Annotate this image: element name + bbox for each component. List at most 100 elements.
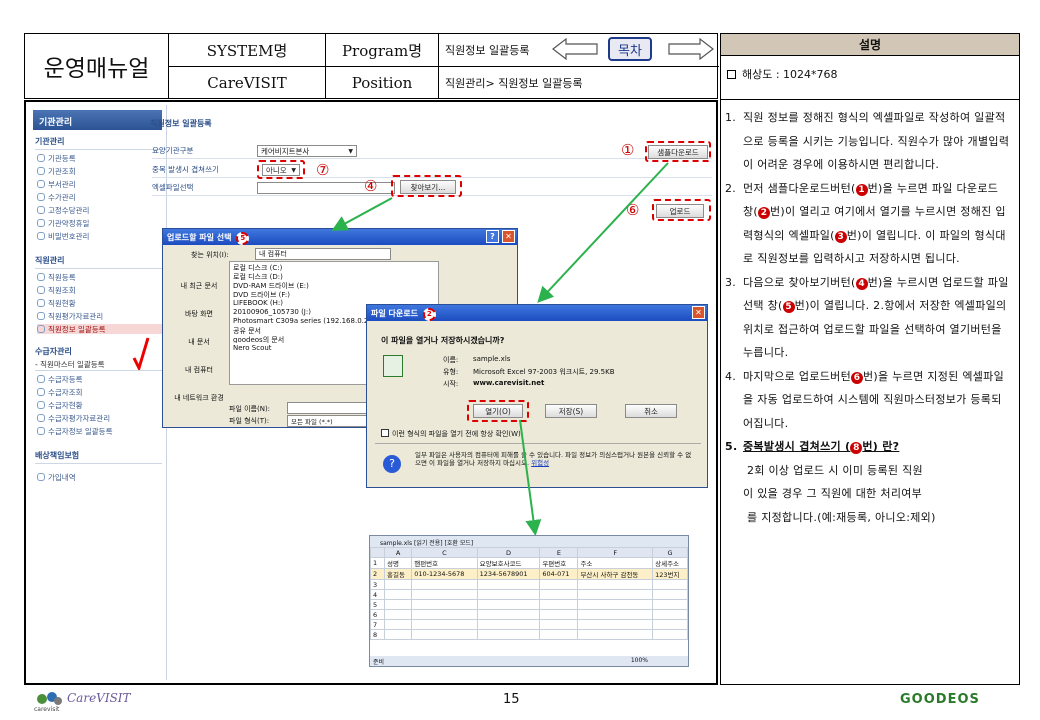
step-badge: 3 (834, 230, 847, 243)
sidebar-item[interactable]: 비밀번호관리 (37, 231, 162, 241)
desc-line: 2회 이상 업로드 시 이미 등록된 직원 (747, 463, 923, 477)
place-item[interactable]: 내 컴퓨터 (169, 365, 229, 375)
cell: 604-071 (539, 568, 579, 580)
excel-sheet-preview: sample.xls [읽기 전용] [호환 모드] A C D E F G 1… (369, 535, 689, 667)
cell: 부산시 사하구 감천동 (577, 568, 654, 580)
filename-input[interactable] (287, 402, 369, 414)
cell: 123번지 (652, 568, 688, 580)
field-label: 엑셀파일선택 (152, 183, 194, 192)
excel-file-icon (383, 355, 403, 377)
row-number: 6 (370, 609, 385, 620)
file-item[interactable]: 로컬 디스크 (D:) (233, 272, 435, 280)
sidebar-item[interactable]: 수급자평가자료관리 (37, 413, 162, 423)
file-item[interactable]: 로컬 디스크 (C:) (233, 263, 435, 271)
sidebar-item[interactable]: 고정수당관리 (37, 205, 162, 215)
sidebar-item[interactable]: 수급자등록 (37, 374, 162, 384)
sidebar-item[interactable]: 직원평가자료관리 (37, 311, 162, 321)
lookin-select[interactable]: 내 컴퓨터 (255, 248, 391, 260)
system-label: SYSTEM명 (169, 34, 326, 67)
marker-1: ① (621, 141, 635, 159)
sidebar-item[interactable]: 부서관리 (37, 179, 162, 189)
next-page-arrow-icon[interactable] (668, 38, 714, 60)
risk-link[interactable]: 위험성 (531, 459, 549, 467)
manual-title: 운영매뉴얼 (25, 34, 169, 99)
filename-label: 파일 이름(N): (229, 405, 271, 413)
step-badge: 4 (855, 277, 868, 290)
desc-line: 이 있을 경우 그 직원에 대한 처리여부 (743, 487, 923, 500)
logo-text: GOODEOS (900, 692, 980, 707)
place-item[interactable]: 내 네트워크 환경 (169, 393, 229, 403)
sidebar-item[interactable]: 직원현황 (37, 298, 162, 308)
marker-6: ⑥ (626, 201, 640, 219)
sidebar-item[interactable]: 기관조회 (37, 166, 162, 176)
place-item[interactable]: 바탕 화면 (169, 309, 229, 319)
field-label: 요양기관구분 (152, 146, 194, 155)
save-button[interactable]: 저장(S) (545, 404, 597, 418)
desc-num: 2. (725, 181, 737, 195)
sidebar-item[interactable]: 기관약정휴일 (37, 218, 162, 228)
place-item[interactable]: 내 문서 (169, 337, 229, 347)
sidebar-item[interactable]: 직원조회 (37, 285, 162, 295)
prev-page-arrow-icon[interactable] (552, 38, 598, 60)
shield-question-icon: ? (383, 455, 401, 473)
file-download-dialog: 파일 다운로드 2 ✕ 이 파일을 열거나 저장하시겠습니까? 이름: samp… (366, 304, 708, 488)
desc-num: 4. (725, 369, 737, 383)
cancel-button[interactable]: 취소 (625, 404, 677, 418)
desc-text: 마지막으로 업로드버턴 (743, 369, 851, 383)
institution-select[interactable]: 케어비지트본사 ▼ (257, 145, 357, 157)
row-number: 4 (370, 589, 385, 600)
checkbox-icon[interactable] (381, 429, 389, 437)
desc-item-5: 5. 중복발생시 겹쳐쓰기 (8 번) 란? (725, 435, 1011, 459)
sidebar-item-selected[interactable]: 직원정보 일괄등록 (37, 324, 162, 334)
checkbox-label: 이런 형식의 파일을 열기 전에 항상 확인(W) (392, 430, 521, 438)
col-header (370, 547, 385, 558)
col-header: E (539, 547, 579, 558)
carevisit-logo: CareVISIT (34, 690, 131, 706)
table-row: 7 (370, 619, 688, 630)
close-icon[interactable]: ✕ (502, 230, 515, 243)
sidebar-item[interactable]: 직원등록 (37, 272, 162, 282)
resolution-text: 해상도 : 1024*768 (742, 68, 838, 81)
sidebar-section: 기관관리 (35, 136, 162, 150)
logo-text: CareVISIT (67, 691, 131, 705)
close-icon[interactable]: ✕ (692, 306, 705, 319)
sidebar-item[interactable]: 수급자조회 (37, 387, 162, 397)
sidebar: 기관관리 기관관리 기관등록 기관조회 부서관리 수가관리 고정수당관리 기관약… (29, 105, 167, 680)
system-value: CareVISIT (169, 67, 326, 99)
col-header: G (652, 547, 688, 558)
desc-num: 3. (725, 275, 737, 289)
select-value: 케어비지트본사 (261, 146, 310, 156)
dialog-titlebar: 업로드할 파일 선택 5 ? ✕ (163, 229, 517, 245)
desc-heading: 번) 란? (862, 440, 900, 453)
table-row: 5 (370, 599, 688, 610)
step-badge: 1 (855, 183, 868, 196)
file-item[interactable]: DVD 드라이브 (F:) (233, 290, 435, 298)
row-number: 5 (370, 599, 385, 610)
dialog-title: 파일 다운로드 (371, 309, 418, 318)
toc-button[interactable]: 목차 (608, 37, 652, 61)
sidebar-section: 배상책임보험 (35, 450, 162, 464)
sidebar-item[interactable]: 수급자현황 (37, 400, 162, 410)
cell: 주소 (577, 557, 654, 569)
filetype-select[interactable]: 모든 파일 (*.*) (287, 415, 369, 427)
desc-heading: 중복발생시 겹쳐쓰기 ( (743, 440, 851, 453)
file-item[interactable]: DVD-RAM 드라이브 (E:) (233, 281, 435, 289)
sidebar-item[interactable]: 수급자정보 일괄등록 (37, 426, 162, 436)
help-icon[interactable]: ? (486, 230, 499, 243)
download-question: 이 파일을 열거나 저장하시겠습니까? (381, 336, 505, 345)
sidebar-item[interactable]: 수가관리 (37, 192, 162, 202)
divider (375, 443, 701, 444)
desc-text: 다음으로 찾아보기버턴( (743, 275, 856, 289)
sidebar-item[interactable]: 가입내역 (37, 472, 162, 482)
sidebar-item[interactable]: 기관등록 (37, 153, 162, 163)
desc-text: 먼저 샘플다운로드버턴( (743, 181, 856, 195)
warning-body: 일부 파일은 사용자의 컴퓨터에 피해를 줄 수 있습니다. 파일 정보가 의심… (415, 451, 692, 467)
place-item[interactable]: 내 최근 문서 (169, 281, 229, 291)
field-label: 중복 발생시 겹쳐쓰기 (152, 165, 219, 174)
lookin-value: 내 컴퓨터 (259, 250, 287, 258)
zoom-level: 100% (630, 657, 648, 664)
type-label: 유형: (443, 368, 459, 376)
highlight-overwrite-select (257, 160, 305, 179)
always-ask-checkbox[interactable]: 이런 형식의 파일을 열기 전에 항상 확인(W) (381, 429, 521, 439)
cell: 010-1234-5678 (411, 568, 478, 580)
